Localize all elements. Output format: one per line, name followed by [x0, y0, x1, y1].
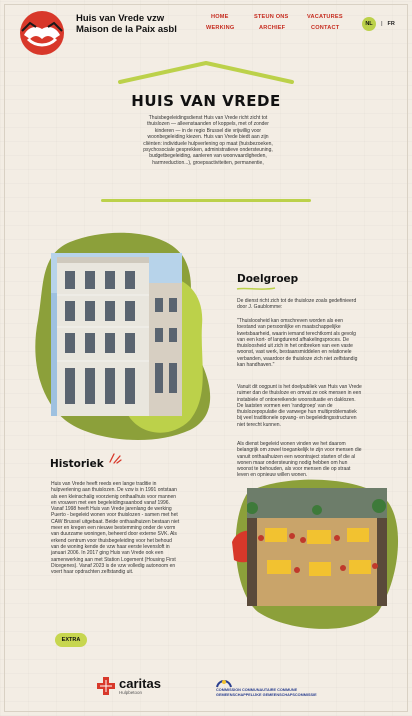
lang-nl-button[interactable]: NL: [362, 17, 376, 31]
commission-logo-text: COMMISSION COMMUNAUTAIRE COMMUNE GEMEENS…: [216, 688, 317, 698]
caritas-cross-icon: [97, 677, 115, 695]
activity-room-photo: [247, 488, 387, 606]
doelgroep-paragraph-1: De dienst richt zich tot de thuisloze zo…: [237, 298, 357, 311]
doelgroep-heading: Doelgroep: [237, 273, 299, 285]
doelgroep-underline: [236, 287, 276, 290]
caritas-wordmark: caritas: [119, 675, 161, 691]
extra-button[interactable]: EXTRA: [55, 633, 87, 647]
doelgroep-paragraph-3: Vanuit dit oogpunt is het doelpubliek va…: [237, 384, 362, 428]
nav-home[interactable]: HOME: [211, 14, 229, 20]
page-title: HUIS VAN VREDE: [131, 92, 281, 110]
huis-van-vrede-logo[interactable]: [18, 9, 66, 57]
commission-line-nl: GEMEENSCHAPPELIJKE GEMEENSCHAPSCOMMISSIE: [216, 692, 317, 697]
nav-steun-ons[interactable]: STEUN ONS: [254, 14, 288, 20]
historiek-paragraph: Huis van Vrede heeft reeds een lange tra…: [51, 481, 180, 576]
doelgroep-paragraph-2: "Thuisloosheid kan omschreven worden als…: [237, 318, 358, 369]
organization-name: Huis van Vrede vzw Maison de la Paix asb…: [76, 13, 177, 35]
roof-decoration: [118, 61, 294, 84]
caritas-logo[interactable]: caritas Hulpbetoon: [96, 676, 161, 696]
lang-separator: |: [381, 21, 383, 27]
intro-text: Thuisbegeleidingsdienst Huis van Vrede r…: [143, 115, 273, 166]
nav-contact[interactable]: CONTACT: [311, 25, 339, 31]
nav-werking[interactable]: WERKING: [206, 25, 234, 31]
sparkle-icon: [109, 453, 122, 464]
historiek-heading: Historiek: [50, 458, 104, 470]
lang-fr-button[interactable]: FR: [388, 21, 395, 27]
org-name-fr: Maison de la Paix asbl: [76, 24, 177, 35]
org-name-nl: Huis van Vrede vzw: [76, 13, 165, 24]
intro-underline: [101, 199, 311, 202]
nav-archief[interactable]: ARCHIEF: [259, 25, 285, 31]
language-switcher: NL | FR: [362, 17, 395, 31]
nav-vacatures[interactable]: VACATURES: [307, 14, 343, 20]
building-photo: [51, 253, 182, 416]
